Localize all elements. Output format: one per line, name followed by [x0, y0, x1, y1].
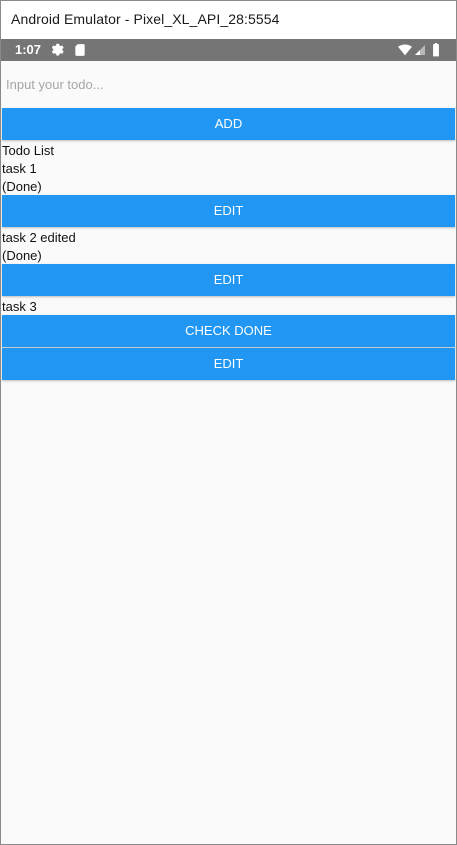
edit-button[interactable]: EDIT — [2, 195, 455, 227]
list-heading: Todo List — [2, 143, 55, 158]
android-status-bar: 1:07 — [1, 39, 456, 61]
window-titlebar: Android Emulator - Pixel_XL_API_28:5554 — [1, 1, 456, 39]
sd-card-icon — [75, 44, 85, 56]
todo-item-text: task 1 — [2, 161, 37, 176]
edit-button[interactable]: EDIT — [2, 348, 455, 380]
todo-item-text: task 3 — [2, 299, 37, 314]
cell-signal-icon — [415, 45, 425, 55]
wifi-icon — [398, 44, 412, 56]
app-content: ADD Todo List task 1 (Done) EDIT task 2 … — [1, 61, 456, 844]
add-button[interactable]: ADD — [2, 108, 455, 140]
check-done-button[interactable]: CHECK DONE — [2, 315, 455, 347]
todo-item-text: task 2 edited — [2, 230, 76, 245]
todo-item-status: (Done) — [2, 179, 42, 194]
todo-item-status: (Done) — [2, 248, 42, 263]
emulator-window: Android Emulator - Pixel_XL_API_28:5554 … — [0, 0, 457, 845]
todo-input[interactable] — [1, 65, 454, 103]
edit-button[interactable]: EDIT — [2, 264, 455, 296]
battery-icon — [433, 43, 439, 57]
settings-icon — [51, 43, 64, 56]
status-time: 1:07 — [15, 42, 42, 57]
window-title: Android Emulator - Pixel_XL_API_28:5554 — [11, 11, 280, 27]
